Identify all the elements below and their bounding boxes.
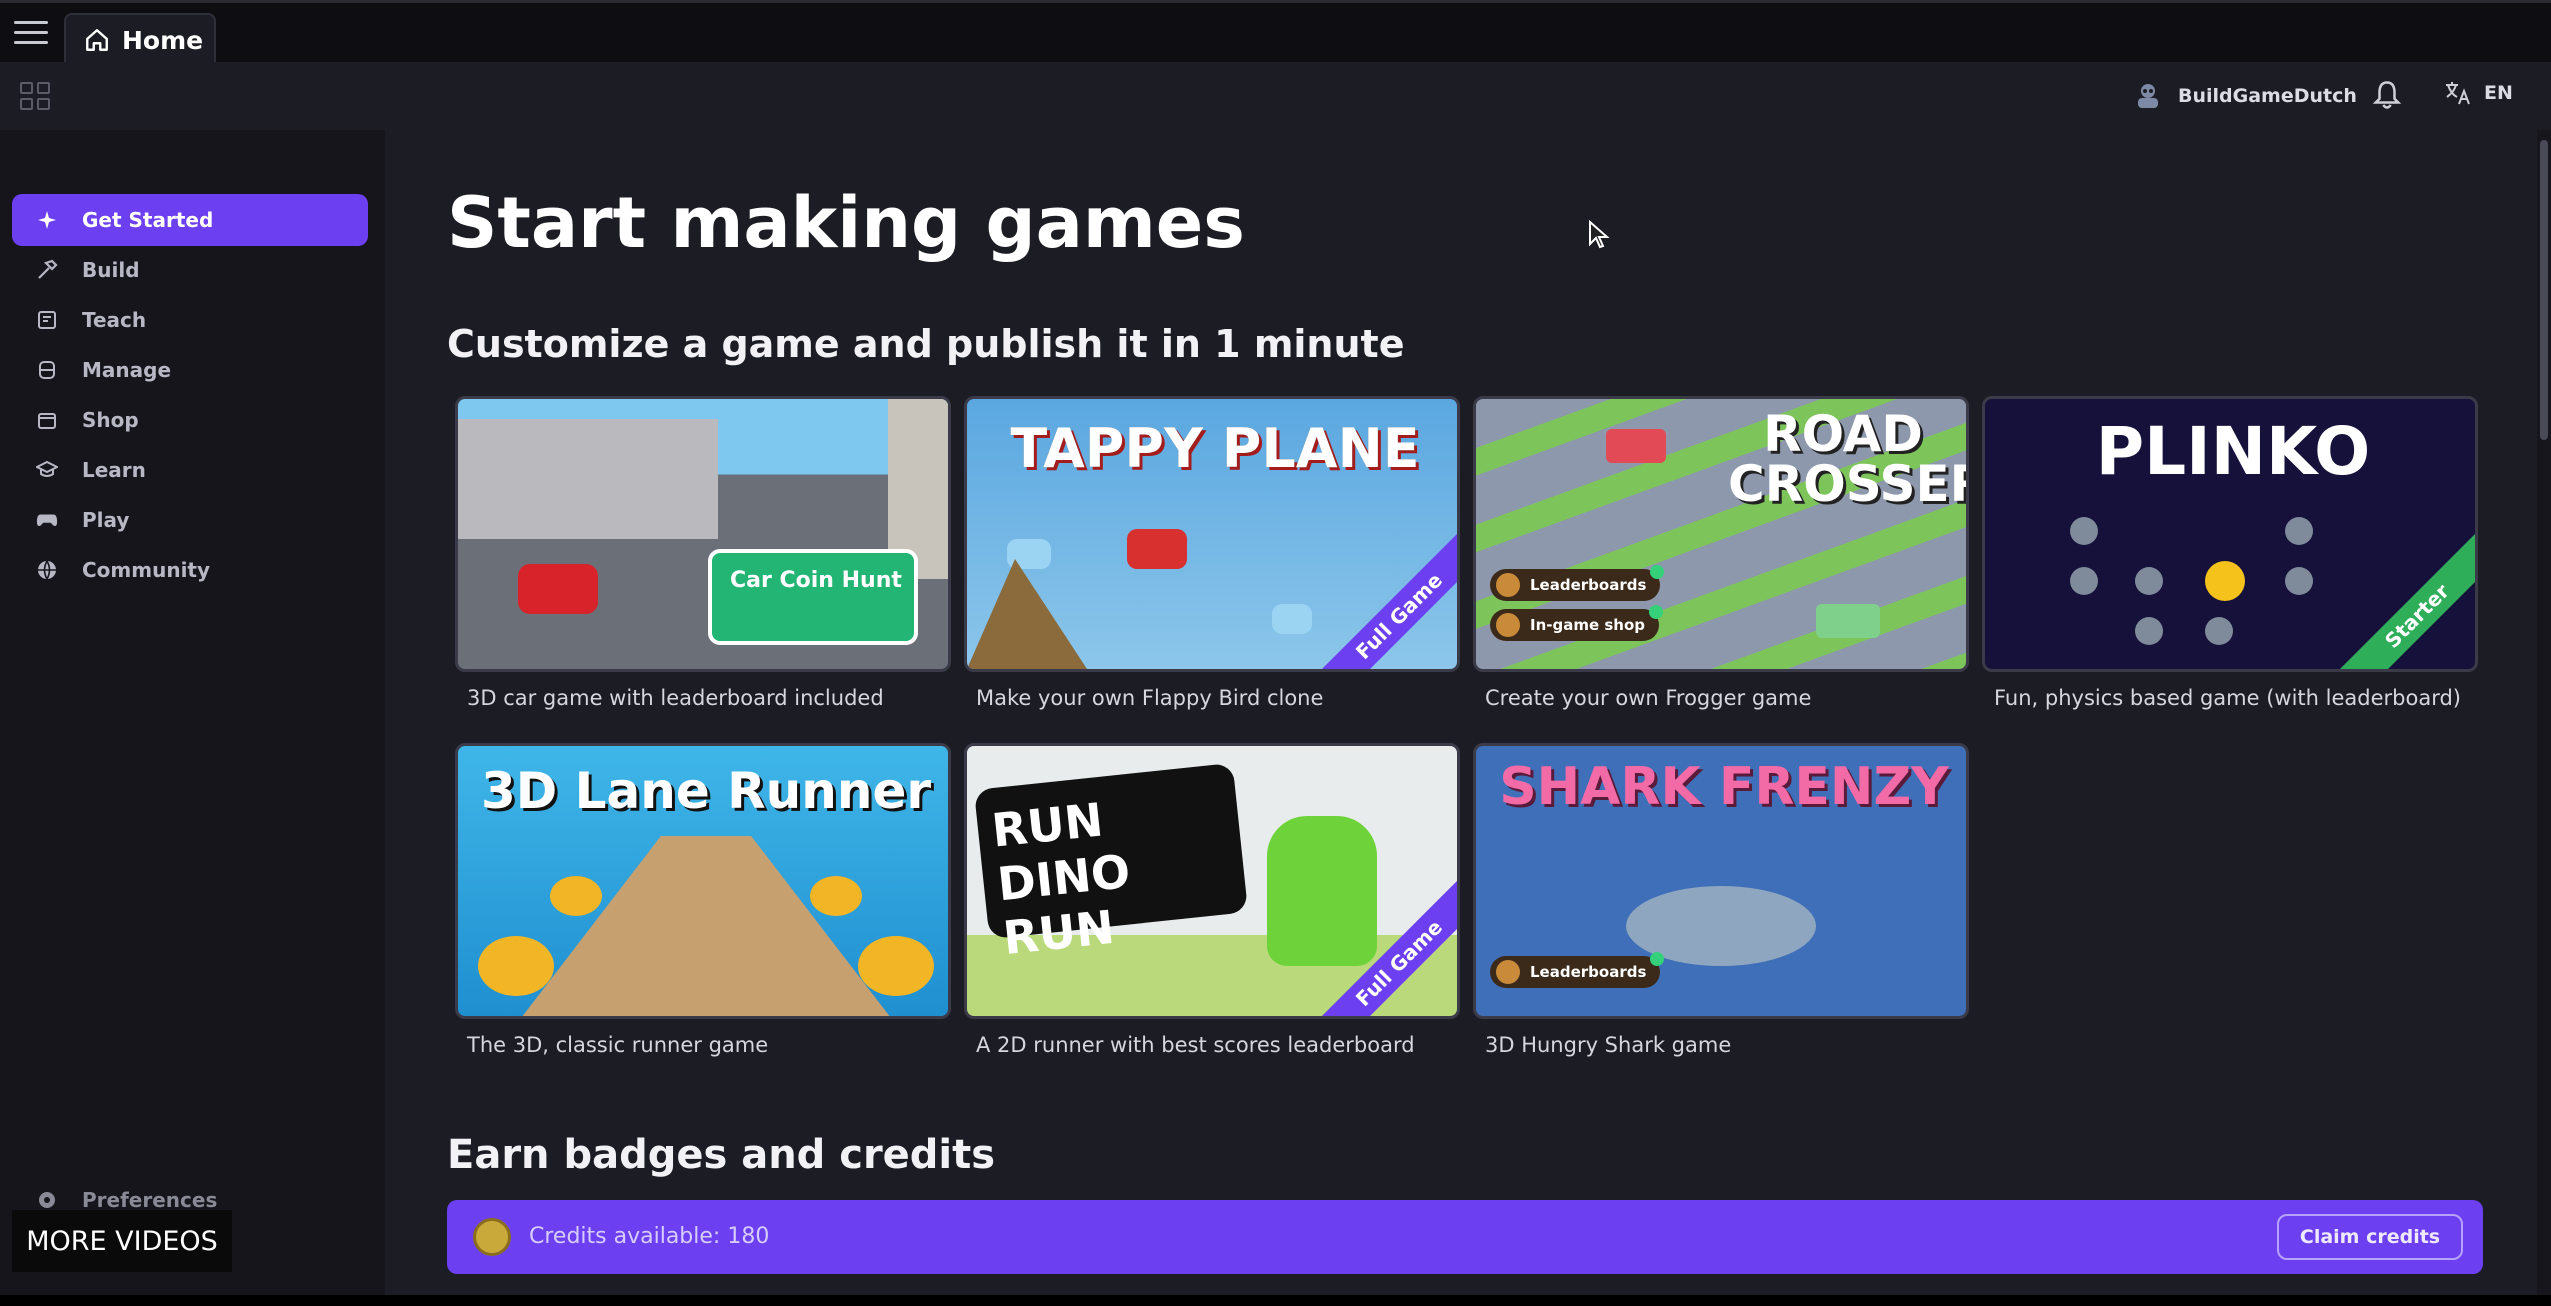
gamepad-icon <box>36 509 58 531</box>
user-menu[interactable]: BuildGameDutch <box>2132 80 2357 112</box>
sidebar-item-teach[interactable]: Teach <box>12 294 368 346</box>
sidebar-item-community[interactable]: Community <box>12 544 368 596</box>
user-avatar-icon <box>2138 84 2158 108</box>
hammer-icon <box>36 259 58 281</box>
sidebar-item-label: Teach <box>82 308 147 332</box>
more-videos-button[interactable]: MORE VIDEOS <box>12 1210 232 1272</box>
section-title-badges: Earn badges and credits <box>447 1132 996 1178</box>
section-title-customize: Customize a game and publish it in 1 min… <box>447 322 1405 366</box>
game-caption: The 3D, classic runner game <box>467 1033 769 1057</box>
badge-leaderboards: Leaderboards <box>1490 952 1665 988</box>
bottom-edge <box>0 1295 2551 1306</box>
gear-icon <box>36 1189 58 1211</box>
game-thumbnail: RUN DINO RUN Full Game <box>964 743 1460 1019</box>
badge-leaderboards: Leaderboards <box>1490 565 1665 601</box>
sidebar-item-play[interactable]: Play <box>12 494 368 546</box>
main-scrollbar[interactable] <box>2537 130 2551 1295</box>
coin-icon <box>473 1218 511 1256</box>
sparkle-icon <box>36 209 58 231</box>
graduation-cap-icon <box>36 459 58 481</box>
game-caption: 3D Hungry Shark game <box>1485 1033 1732 1057</box>
teach-icon <box>36 309 58 331</box>
sidebar-item-label: Build <box>82 258 140 282</box>
home-icon <box>86 29 108 51</box>
sidebar-item-label: Community <box>82 558 211 582</box>
notification-bell-icon[interactable] <box>2372 78 2402 112</box>
game-card-shark-frenzy[interactable]: SHARK FRENZY Leaderboards 3D Hungry Shar… <box>1473 743 1969 1057</box>
ribbon-starter: Starter <box>2327 526 2475 669</box>
tab-home-label: Home <box>122 25 204 55</box>
game-card-car-coin-hunt[interactable]: Car Coin Hunt 3D car game with leaderboa… <box>455 396 951 710</box>
translate-icon <box>2446 82 2470 105</box>
username-label: BuildGameDutch <box>2178 85 2357 107</box>
claim-credits-button[interactable]: Claim credits <box>2277 1214 2463 1260</box>
scrollbar-thumb[interactable] <box>2540 140 2548 440</box>
top-toolbar: BuildGameDutch EN <box>0 62 2551 130</box>
sidebar-item-label: Preferences <box>82 1188 218 1212</box>
thumb-title: Car Coin Hunt <box>730 568 902 593</box>
thumb-title: PLINKO <box>2095 413 2371 490</box>
language-code: EN <box>2484 82 2513 104</box>
globe-icon <box>36 559 58 581</box>
game-thumbnail: Car Coin Hunt <box>455 396 951 672</box>
game-caption: Create your own Frogger game <box>1485 686 1812 710</box>
ribbon-full-game: Full Game <box>1309 526 1457 669</box>
shop-icon <box>36 409 58 431</box>
game-caption: 3D car game with leaderboard included <box>467 686 884 710</box>
mouse-cursor-icon <box>1589 220 1610 249</box>
game-caption: A 2D runner with best scores leaderboard <box>976 1033 1415 1057</box>
game-card-road-crosser[interactable]: ROAD CROSSER Leaderboards In-game shop C… <box>1473 396 1969 710</box>
thumb-title: RUN DINO RUN <box>989 792 1133 966</box>
thumb-title: ROAD CROSSER <box>1728 405 1969 513</box>
game-thumbnail: 3D Lane Runner <box>455 743 951 1019</box>
badge-in-game-shop: In-game shop <box>1490 605 1664 641</box>
sidebar-item-label: Play <box>82 508 130 532</box>
game-thumbnail: PLINKO Starter <box>1982 396 2478 672</box>
sidebar-item-manage[interactable]: Manage <box>12 344 368 396</box>
credits-available-text: Credits available: 180 <box>529 1224 770 1249</box>
tab-home[interactable]: Home <box>64 13 216 65</box>
sidebar-item-learn[interactable]: Learn <box>12 444 368 496</box>
thumb-title: 3D Lane Runner <box>480 762 932 820</box>
sidebar-item-label: Learn <box>82 458 146 482</box>
game-card-run-dino-run[interactable]: RUN DINO RUN Full Game A 2D runner with … <box>964 743 1460 1057</box>
game-card-tappy-plane[interactable]: TAPPY PLANE Full Game Make your own Flap… <box>964 396 1460 710</box>
game-thumbnail: ROAD CROSSER Leaderboards In-game shop <box>1473 396 1969 672</box>
sidebar-item-get-started[interactable]: Get Started <box>12 194 368 246</box>
hamburger-menu-icon[interactable] <box>14 21 48 47</box>
tab-bar: Home <box>0 0 2551 65</box>
game-card-lane-runner[interactable]: 3D Lane Runner The 3D, classic runner ga… <box>455 743 951 1057</box>
sidebar: Get Started Build Teach Manage Shop Lear… <box>0 130 385 1295</box>
panel-layout-icon[interactable] <box>20 82 50 110</box>
game-thumbnail: TAPPY PLANE Full Game <box>964 396 1460 672</box>
page-title: Start making games <box>447 182 1245 264</box>
sidebar-item-shop[interactable]: Shop <box>12 394 368 446</box>
game-thumbnail: SHARK FRENZY Leaderboards <box>1473 743 1969 1019</box>
credits-bar: Credits available: 180 Claim credits <box>447 1200 2483 1274</box>
language-selector[interactable]: EN <box>2444 80 2513 106</box>
thumb-title: SHARK FRENZY <box>1499 757 1949 817</box>
game-caption: Fun, physics based game (with leaderboar… <box>1994 686 2461 710</box>
database-icon <box>36 359 58 381</box>
sidebar-item-label: Manage <box>82 358 172 382</box>
game-caption: Make your own Flappy Bird clone <box>976 686 1324 710</box>
sidebar-item-build[interactable]: Build <box>12 244 368 296</box>
thumb-title: TAPPY PLANE <box>1010 417 1420 480</box>
main-content: Start making games Customize a game and … <box>385 130 2551 1295</box>
sidebar-item-label: Get Started <box>82 208 214 232</box>
sidebar-item-label: Shop <box>82 408 139 432</box>
game-card-plinko[interactable]: PLINKO Starter Fun, physics based game (… <box>1982 396 2478 710</box>
